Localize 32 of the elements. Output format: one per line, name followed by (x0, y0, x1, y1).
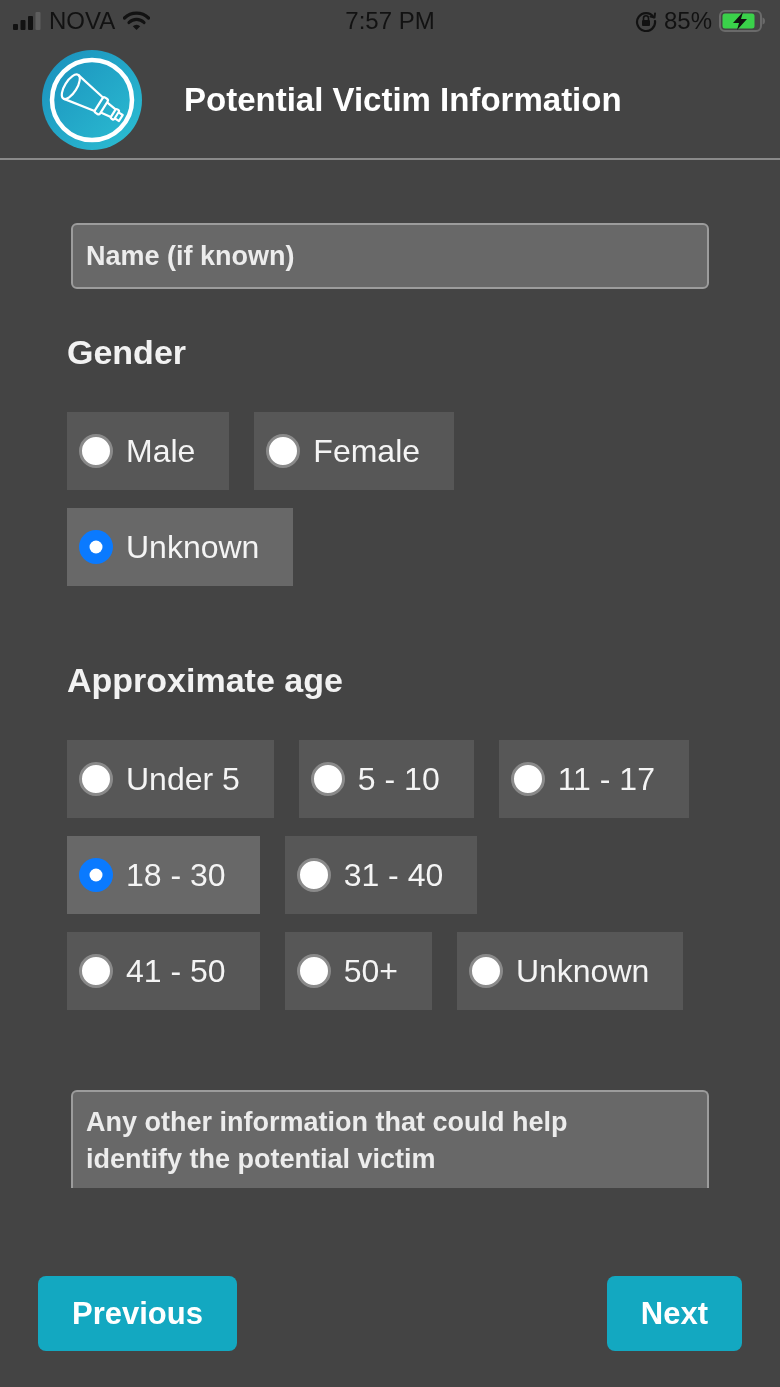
radio-option[interactable]: Unknown (67, 508, 294, 586)
telescope-logo-icon (42, 50, 142, 150)
page-title: Potential Victim Information (184, 81, 622, 119)
radio-option[interactable]: 50+ (284, 932, 432, 1010)
radio-option[interactable]: 18 - 30 (67, 836, 260, 914)
radio-option[interactable]: 31 - 40 (284, 836, 478, 914)
signal-icon (13, 12, 41, 30)
radio-button-icon (266, 434, 301, 468)
radio-button-icon (79, 434, 113, 468)
radio-button-icon (79, 530, 113, 564)
radio-option[interactable]: 11 - 17 (498, 740, 689, 818)
radio-button-icon (79, 954, 113, 988)
section-heading: Gender (67, 333, 187, 371)
radio-button-icon (468, 954, 503, 988)
orientation-lock-icon (634, 10, 657, 32)
wifi-icon (123, 11, 151, 31)
radio-option[interactable]: Male (67, 412, 230, 490)
radio-button-icon (310, 762, 345, 796)
radio-option[interactable]: Under 5 (67, 740, 274, 818)
radio-button-icon (296, 954, 331, 988)
section-heading: Approximate age (67, 661, 343, 699)
radio-button-icon (510, 762, 545, 796)
radio-option[interactable]: 5 - 10 (298, 740, 474, 818)
battery-charging-icon (719, 10, 766, 32)
radio-button-icon (296, 858, 331, 892)
radio-button-icon (79, 858, 113, 892)
radio-option[interactable]: 41 - 50 (67, 932, 260, 1010)
radio-option[interactable]: Female (254, 412, 455, 490)
radio-option[interactable]: Unknown (456, 932, 684, 1010)
details-text-field[interactable]: Any other information that could help identify the potential victim (71, 1090, 709, 1188)
radio-button-icon (79, 762, 113, 796)
name-input-field[interactable]: Name (if known) (71, 223, 709, 289)
